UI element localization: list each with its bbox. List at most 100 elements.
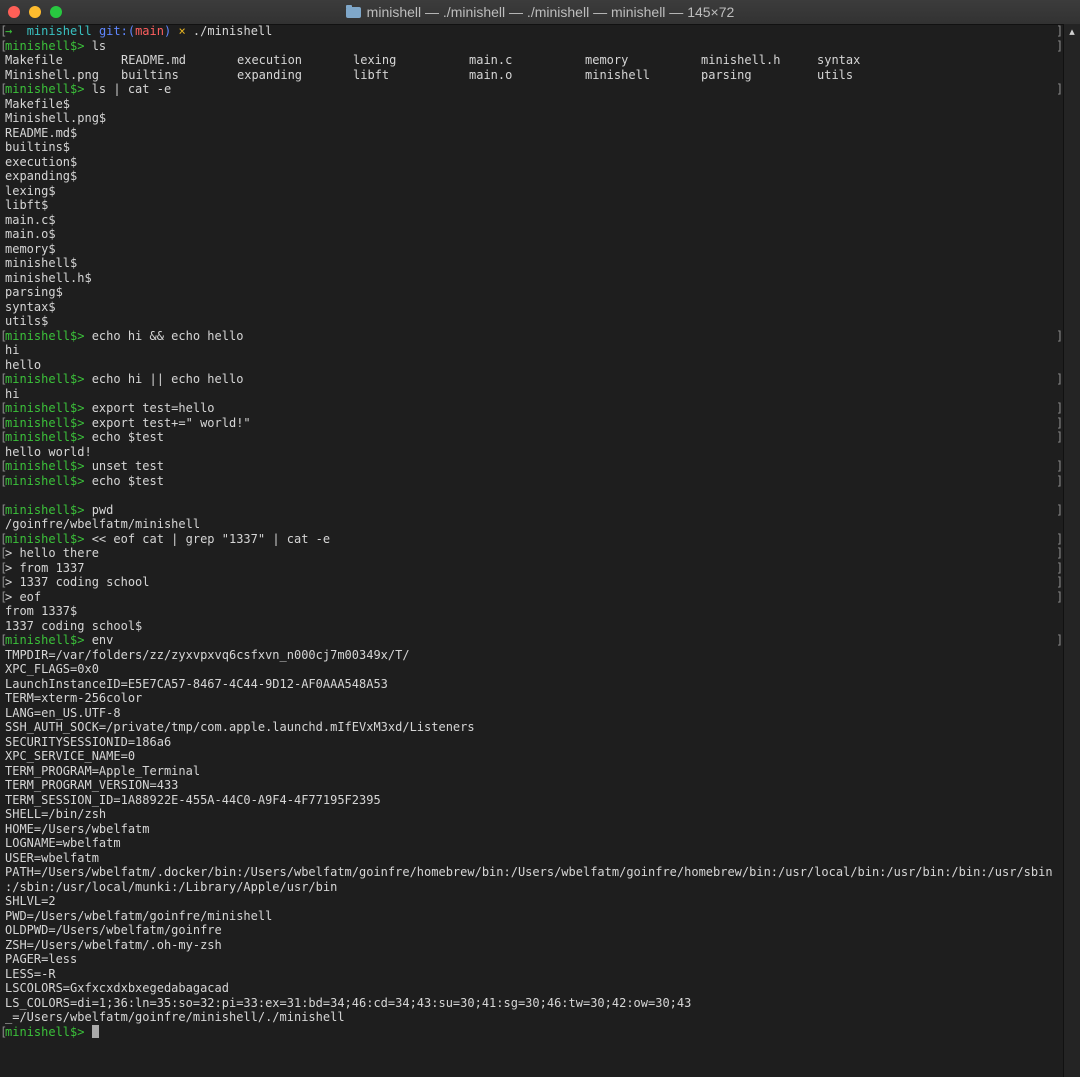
output-line: [] > from 1337	[0, 561, 1063, 576]
ls-entry: lexing	[353, 53, 397, 67]
command-text: echo hi && echo hello	[84, 328, 244, 343]
output-text: main.c$	[5, 212, 56, 227]
output-text: LS_COLORS=di=1;36:ln=35:so=32:pi=33:ex=3…	[5, 995, 692, 1010]
output-text: hi	[5, 343, 20, 357]
left-bracket-marker: [	[0, 575, 8, 589]
scroll-up-arrow-icon[interactable]: ▴	[1066, 26, 1078, 38]
command-text: export test+=" world!"	[84, 415, 251, 430]
ls-entry: parsing	[701, 67, 752, 82]
output-line: LANG=en_US.UTF-8	[5, 706, 1061, 721]
output-line: SHLVL=2	[5, 894, 1061, 909]
output-text: _=/Users/wbelfatm/goinfre/minishell/./mi…	[5, 1010, 345, 1024]
output-line: TERM_PROGRAM_VERSION=433	[5, 778, 1061, 793]
output-text: TMPDIR=/var/folders/zz/zyxvpxvq6csfxvn_n…	[5, 647, 410, 662]
output-text: syntax$	[5, 299, 56, 314]
scrollbar[interactable]: ▴	[1063, 24, 1080, 1077]
prompt-line: [] minishell$> ls | cat -e	[0, 82, 1063, 97]
prompt-label: minishell$>	[5, 82, 85, 96]
cursor-block-icon[interactable]	[91, 1024, 99, 1038]
left-bracket-marker: [	[0, 546, 8, 560]
output-text: libft$	[5, 198, 49, 212]
output-line: memory$	[5, 242, 1061, 257]
output-line: [] > eof	[0, 590, 1063, 605]
command-text: ls	[84, 38, 107, 53]
prompt-label: minishell$>	[5, 401, 85, 415]
output-line: [] > 1337 coding school	[0, 575, 1063, 590]
output-line: execution$	[5, 155, 1061, 170]
output-line: XPC_FLAGS=0x0	[5, 662, 1061, 677]
output-line: Makefile$	[5, 97, 1061, 112]
prompt-line: [] minishell$> pwd	[0, 502, 1063, 518]
command-text: echo $test	[84, 430, 164, 444]
prompt-label: minishell$>	[5, 38, 85, 53]
output-line: PAGER=less	[5, 952, 1061, 967]
output-line: OLDPWD=/Users/wbelfatm/goinfre	[5, 923, 1061, 938]
output-line: main.c$	[5, 213, 1061, 228]
output-line: PATH=/Users/wbelfatm/.docker/bin:/Users/…	[5, 865, 1061, 880]
output-line: PWD=/Users/wbelfatm/goinfre/minishell	[5, 909, 1061, 924]
output-text: Makefile$	[5, 96, 71, 111]
output-line: 1337 coding school$	[5, 619, 1061, 634]
output-text: PATH=/Users/wbelfatm/.docker/bin:/Users/…	[5, 865, 1053, 879]
output-text: from 1337$	[5, 604, 78, 618]
output-text: :/sbin:/usr/local/munki:/Library/Apple/u…	[5, 879, 338, 894]
output-line: LESS=-R	[5, 967, 1061, 982]
output-text: > 1337 coding school	[5, 575, 150, 589]
output-line: TERM=xterm-256color	[5, 691, 1061, 706]
launch-command: ./minishell	[185, 24, 273, 38]
prompt-label: minishell$>	[5, 459, 85, 473]
command-text: ls | cat -e	[84, 82, 172, 96]
output-line: TERM_PROGRAM=Apple_Terminal	[5, 764, 1061, 779]
output-text: 1337 coding school$	[5, 618, 143, 633]
output-line: SECURITYSESSIONID=186a6	[5, 735, 1061, 750]
output-line: parsing$	[5, 285, 1061, 300]
ls-entry: main.c	[469, 53, 513, 67]
prompt-line: [] minishell$> env	[0, 633, 1063, 648]
left-bracket-marker: [	[0, 560, 8, 575]
output-line: _=/Users/wbelfatm/goinfre/minishell/./mi…	[5, 1010, 1061, 1025]
ls-entry: syntax	[817, 53, 861, 67]
title-bar[interactable]: minishell — ./minishell — ./minishell — …	[0, 0, 1080, 25]
output-line: TERM_SESSION_ID=1A88922E-455A-44C0-A9F4-…	[5, 793, 1061, 808]
output-line: HOME=/Users/wbelfatm	[5, 822, 1061, 837]
prompt-label: minishell$>	[5, 415, 85, 430]
ls-entry: builtins	[121, 67, 179, 82]
output-text: PAGER=less	[5, 952, 78, 966]
output-line: USER=wbelfatm	[5, 851, 1061, 866]
command-text: echo $test	[84, 473, 164, 488]
terminal-output[interactable]: [] → minishell git:(main) × ./minishell[]…	[0, 24, 1063, 1077]
prompt-label: minishell$>	[5, 531, 85, 546]
output-text: SECURITYSESSIONID=186a6	[5, 734, 172, 749]
output-line: ZSH=/Users/wbelfatm/.oh-my-zsh	[5, 938, 1061, 953]
output-line: :/sbin:/usr/local/munki:/Library/Apple/u…	[5, 880, 1061, 895]
ls-entry: main.o	[469, 67, 513, 82]
ls-entry: execution	[237, 53, 303, 67]
ls-entry: Makefile	[5, 53, 63, 67]
output-text: USER=wbelfatm	[5, 850, 99, 865]
output-text: LESS=-R	[5, 966, 56, 981]
command-text: unset test	[84, 459, 164, 473]
output-line: Minishell.png$	[5, 111, 1061, 126]
output-text: LOGNAME=wbelfatm	[5, 836, 121, 850]
left-bracket-marker: [	[0, 24, 8, 38]
output-text: TERM_SESSION_ID=1A88922E-455A-44C0-A9F4-…	[5, 792, 381, 807]
window-title-text: minishell — ./minishell — ./minishell — …	[366, 4, 735, 20]
output-line: syntax$	[5, 300, 1061, 315]
output-text: TERM=xterm-256color	[5, 691, 143, 705]
output-line: builtins$	[5, 140, 1061, 155]
left-bracket-marker: [	[0, 82, 8, 96]
output-line: LOGNAME=wbelfatm	[5, 836, 1061, 851]
left-bracket-marker: [	[0, 415, 8, 430]
output-text: XPC_FLAGS=0x0	[5, 662, 99, 676]
output-text: TERM_PROGRAM_VERSION=433	[5, 778, 179, 792]
output-text: > hello there	[5, 546, 99, 560]
ls-entry: minishell.h	[701, 53, 781, 67]
left-bracket-marker: [	[0, 1024, 8, 1039]
output-line: LaunchInstanceID=E5E7CA57-8467-4C44-9D12…	[5, 677, 1061, 692]
prompt-label: minishell$>	[5, 502, 85, 517]
left-bracket-marker: [	[0, 430, 8, 444]
output-text: Minishell.png$	[5, 111, 107, 125]
output-line: hi	[5, 343, 1061, 358]
